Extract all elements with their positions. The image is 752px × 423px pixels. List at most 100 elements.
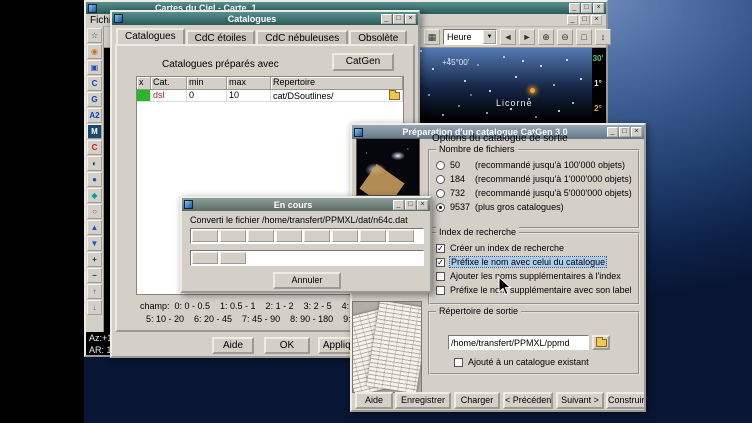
build-button[interactable]: Construire le catalogue [606, 392, 646, 409]
folder-icon[interactable] [389, 92, 400, 100]
tool-icon[interactable]: ▣ [87, 60, 102, 75]
append-catalog-checkbox[interactable] [454, 358, 463, 367]
toolbar-icon[interactable]: ► [519, 29, 535, 45]
close-icon[interactable]: × [405, 14, 416, 24]
checkbox[interactable] [436, 286, 445, 295]
checkbox[interactable] [436, 272, 445, 281]
help-button[interactable]: Aide [355, 392, 393, 409]
file-count-option[interactable]: 184 (recommandé jusqu'à 1'000'000 objets… [436, 174, 632, 184]
progress-segment [332, 230, 358, 242]
tool-icon[interactable]: ▼ [87, 236, 102, 251]
tool-icon[interactable]: ● [87, 172, 102, 187]
close-icon[interactable]: × [417, 200, 428, 210]
next-button[interactable]: Suivant > [556, 392, 604, 409]
tool-icon[interactable]: + [87, 252, 102, 267]
column-header[interactable]: x [137, 77, 151, 90]
index-option[interactable]: Ajouter les noms supplémentaires à l'ind… [436, 271, 621, 281]
tool-icon[interactable]: ◆ [87, 188, 102, 203]
save-button[interactable]: Enregistrer [395, 392, 451, 409]
browse-folder-button[interactable] [592, 335, 610, 350]
tool-icon[interactable]: ◉ [87, 44, 102, 59]
output-dir-input[interactable] [448, 335, 589, 350]
catalogues-titlebar[interactable]: Catalogues _□× [112, 12, 418, 25]
toolbar-icon[interactable]: ◄ [500, 29, 516, 45]
catalog-name-cell[interactable]: dsl [151, 90, 187, 102]
minimize-icon[interactable]: _ [381, 14, 392, 24]
minimize-icon[interactable]: _ [567, 15, 578, 25]
progress-segment [304, 230, 330, 242]
ok-button[interactable]: OK [264, 337, 310, 354]
minimize-icon[interactable]: _ [569, 3, 580, 13]
tool-icon[interactable]: ◐ [87, 156, 102, 171]
progress-bar-2 [190, 250, 424, 266]
chart-mode-icon[interactable]: ▦ [424, 29, 440, 45]
maximize-icon[interactable]: □ [619, 127, 630, 137]
time-mode-select[interactable]: Heure ▼ [443, 29, 497, 45]
maximize-icon[interactable]: □ [405, 200, 416, 210]
minimize-icon[interactable]: _ [393, 200, 404, 210]
checkbox-label: Ajouter les noms supplémentaires à l'ind… [450, 271, 621, 281]
tab-obsol-te[interactable]: Obsolète [349, 30, 407, 44]
constellation-label: Licorne [496, 98, 533, 108]
tool-icon[interactable]: ▲ [87, 220, 102, 235]
minimize-icon[interactable]: _ [607, 127, 618, 137]
maximize-icon[interactable]: □ [579, 15, 590, 25]
zoom-preset-button[interactable]: 30' [593, 54, 604, 63]
file-count-option[interactable]: 50 (recommandé jusqu'à 100'000 objets) [436, 160, 625, 170]
catgen-button[interactable]: CatGen [332, 53, 394, 71]
previous-button[interactable]: < Précédent [503, 392, 553, 409]
tab-cdc-toiles[interactable]: CdC étoiles [186, 30, 256, 44]
column-header[interactable]: max [227, 77, 271, 90]
column-header[interactable]: Cat. [151, 77, 187, 90]
active-cell[interactable] [137, 90, 151, 102]
load-button[interactable]: Charger [454, 392, 500, 409]
column-header[interactable]: min [187, 77, 227, 90]
tool-icon[interactable]: C [87, 140, 102, 155]
tool-icon[interactable]: ↑ [87, 284, 102, 299]
close-icon[interactable]: × [591, 15, 602, 25]
tool-icon[interactable]: ☆ [87, 28, 102, 43]
index-option[interactable]: ✓Préfixe le nom avec celui du catalogue [436, 257, 606, 267]
declination-label: +45°00' [442, 58, 469, 67]
help-button[interactable]: Aide [212, 337, 254, 354]
tool-icon[interactable]: − [87, 268, 102, 283]
file-count-option[interactable]: 9537 (plus gros catalogues) [436, 202, 564, 212]
tool-icon[interactable]: M [87, 124, 102, 139]
tool-icon[interactable]: A2 [87, 108, 102, 123]
tool-icon[interactable]: ↓ [87, 300, 102, 315]
radio-button[interactable] [436, 161, 445, 170]
status-azimuth: Az:+1 [89, 333, 112, 343]
progress-titlebar[interactable]: En cours _□× [182, 198, 430, 211]
checkbox[interactable]: ✓ [436, 244, 445, 253]
column-header[interactable]: Repertoire [271, 77, 403, 90]
append-catalog-row[interactable]: Ajouté à un catalogue existant [454, 357, 589, 367]
index-option[interactable]: ✓Créer un index de recherche [436, 243, 564, 253]
radio-button[interactable] [436, 203, 445, 212]
min-field-cell[interactable]: 0 [187, 90, 227, 102]
tool-icon[interactable]: ○ [87, 204, 102, 219]
toolbar-icon[interactable]: ↕ [595, 29, 611, 45]
maximize-icon[interactable]: □ [393, 14, 404, 24]
tab-cdc-n-buleuses[interactable]: CdC nébuleuses [256, 30, 348, 44]
index-option[interactable]: Préfixe le nom supplémentaire avec son l… [436, 285, 632, 295]
toolbar-icon[interactable]: □ [576, 29, 592, 45]
radio-button[interactable] [436, 175, 445, 184]
toolbar-icon[interactable]: ⊕ [538, 29, 554, 45]
directory-cell[interactable]: cat/DSoutlines/ [271, 90, 403, 102]
max-field-cell[interactable]: 10 [227, 90, 271, 102]
checkbox[interactable]: ✓ [436, 258, 445, 267]
close-icon[interactable]: × [631, 127, 642, 137]
cancel-button[interactable]: Annuler [273, 272, 341, 289]
maximize-icon[interactable]: □ [581, 3, 592, 13]
tool-icon[interactable]: C [87, 76, 102, 91]
zoom-preset-button[interactable]: 1° [594, 79, 602, 88]
tab-catalogues[interactable]: Catalogues [116, 28, 185, 44]
table-row[interactable]: dsl010cat/DSoutlines/ [137, 90, 403, 102]
radio-button[interactable] [436, 189, 445, 198]
folder-icon [596, 339, 607, 347]
toolbar-icon[interactable]: ⊖ [557, 29, 573, 45]
tool-icon[interactable]: G [87, 92, 102, 107]
close-icon[interactable]: × [593, 3, 604, 13]
file-count-option[interactable]: 732 (recommandé jusqu'à 5'000'000 objets… [436, 188, 632, 198]
zoom-preset-button[interactable]: 2° [594, 104, 602, 113]
